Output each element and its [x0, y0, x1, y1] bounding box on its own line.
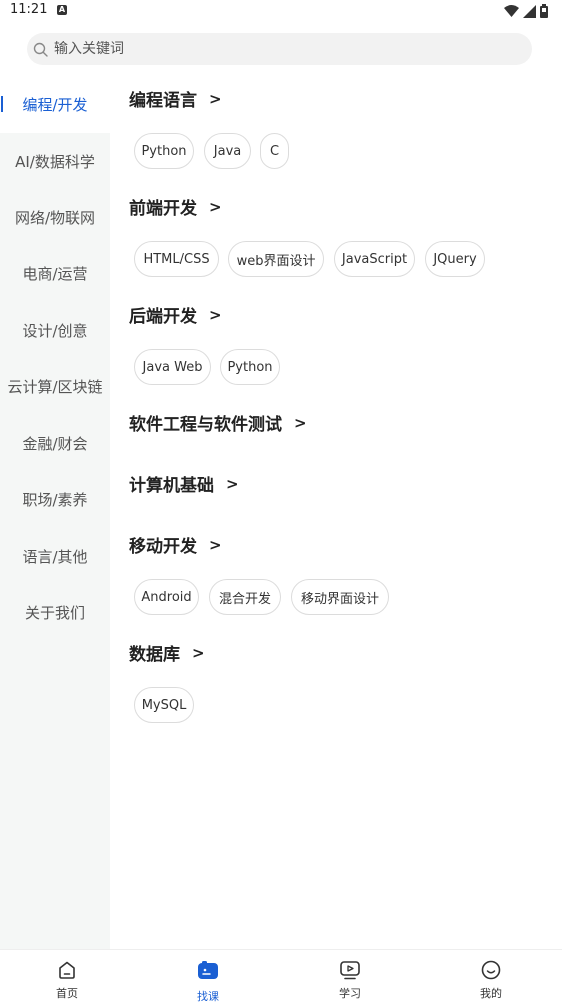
- tag-javascript[interactable]: JavaScript: [334, 241, 415, 277]
- chevron-right-icon: >: [192, 643, 205, 662]
- section-title-label: 计算机基础: [129, 476, 214, 496]
- sidebar-item-finance[interactable]: 金融/财会: [0, 415, 110, 471]
- section-title-programming-languages[interactable]: 编程语言 >: [129, 86, 222, 112]
- sidebar-item-programming[interactable]: 编程/开发: [0, 76, 110, 132]
- tag-html-css[interactable]: HTML/CSS: [134, 241, 219, 277]
- sidebar-item-network-iot[interactable]: 网络/物联网: [0, 189, 110, 245]
- sidebar-item-ai-data-science[interactable]: AI/数据科学: [0, 133, 110, 189]
- tag-python[interactable]: Python: [134, 133, 194, 169]
- nav-find-course[interactable]: 找课: [163, 950, 253, 1003]
- section-title-backend[interactable]: 后端开发 >: [129, 302, 222, 328]
- search-icon: [32, 41, 48, 57]
- sidebar-item-cloud-blockchain[interactable]: 云计算/区块链: [0, 358, 110, 414]
- chevron-right-icon: >: [294, 413, 307, 432]
- section-title-label: 后端开发: [129, 307, 197, 327]
- search-bar[interactable]: [27, 33, 532, 65]
- section-title-frontend[interactable]: 前端开发 >: [129, 194, 222, 220]
- battery-icon: [540, 4, 548, 18]
- tag-mysql[interactable]: MySQL: [134, 687, 194, 723]
- category-sidebar: 编程/开发 AI/数据科学 网络/物联网 电商/运营 设计/创意 云计算/区块链…: [0, 75, 110, 949]
- bottom-navigation: 首页 找课 学习 我的: [0, 949, 562, 1003]
- find-course-icon: [197, 959, 219, 981]
- tag-c[interactable]: C: [260, 133, 289, 169]
- status-icons: [504, 4, 548, 18]
- chevron-right-icon: >: [209, 535, 222, 554]
- nav-find-course-label: 找课: [197, 990, 219, 1003]
- nav-profile[interactable]: 我的: [446, 950, 536, 1003]
- tag-java-web[interactable]: Java Web: [134, 349, 211, 385]
- section-title-mobile-development[interactable]: 移动开发 >: [129, 532, 222, 558]
- section-title-label: 编程语言: [129, 91, 197, 111]
- tag-mobile-ui-design[interactable]: 移动界面设计: [291, 579, 389, 615]
- tag-python-backend[interactable]: Python: [220, 349, 280, 385]
- nav-home-label: 首页: [56, 987, 78, 1000]
- notification-icon: A: [57, 5, 67, 15]
- section-title-computer-basics[interactable]: 计算机基础 >: [129, 471, 239, 497]
- tag-hybrid-development[interactable]: 混合开发: [209, 579, 281, 615]
- tag-java[interactable]: Java: [204, 133, 251, 169]
- chevron-right-icon: >: [226, 474, 239, 493]
- section-title-label: 数据库: [129, 645, 180, 665]
- section-title-label: 前端开发: [129, 199, 197, 219]
- nav-study[interactable]: 学习: [305, 950, 395, 1003]
- nav-profile-label: 我的: [480, 987, 502, 1000]
- section-title-label: 移动开发: [129, 537, 197, 557]
- chevron-right-icon: >: [209, 197, 222, 216]
- nav-home[interactable]: 首页: [22, 950, 112, 1003]
- section-title-software-engineering[interactable]: 软件工程与软件测试 >: [129, 410, 307, 436]
- sidebar-item-career[interactable]: 职场/素养: [0, 471, 110, 527]
- profile-icon: [480, 959, 502, 981]
- chevron-right-icon: >: [209, 305, 222, 324]
- course-category-content: 编程语言 > Python Java C 前端开发 > HTML/CSS web…: [110, 75, 562, 949]
- search-input[interactable]: [54, 41, 494, 57]
- signal-icon: [523, 4, 536, 18]
- study-icon: [339, 959, 361, 981]
- section-title-label: 软件工程与软件测试: [129, 415, 282, 435]
- status-bar: 11:21 A: [0, 0, 562, 24]
- wifi-icon: [504, 4, 519, 17]
- sidebar-item-language[interactable]: 语言/其他: [0, 528, 110, 584]
- sidebar-item-design[interactable]: 设计/创意: [0, 302, 110, 358]
- status-time: 11:21: [10, 2, 48, 17]
- tag-android[interactable]: Android: [134, 579, 199, 615]
- sidebar-item-ecommerce[interactable]: 电商/运营: [0, 245, 110, 301]
- section-title-database[interactable]: 数据库 >: [129, 640, 205, 666]
- nav-study-label: 学习: [339, 987, 361, 1000]
- tag-web-ui-design[interactable]: web界面设计: [228, 241, 324, 277]
- chevron-right-icon: >: [209, 89, 222, 108]
- sidebar-item-about-us[interactable]: 关于我们: [0, 584, 110, 640]
- home-icon: [56, 959, 78, 981]
- tag-jquery[interactable]: JQuery: [425, 241, 485, 277]
